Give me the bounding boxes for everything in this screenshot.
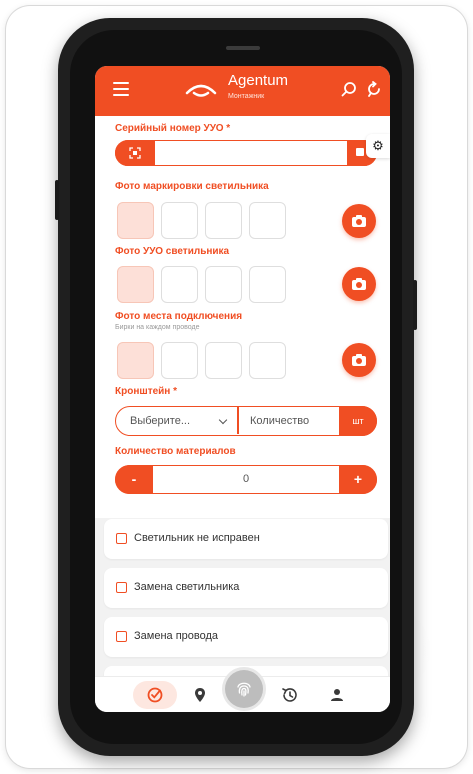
materials-stepper: - 0 + — [115, 465, 377, 494]
marking-photo-row — [117, 202, 297, 242]
photo-slot[interactable] — [117, 202, 154, 239]
photo-slot[interactable] — [161, 202, 198, 239]
photo-slot[interactable] — [117, 342, 154, 379]
checkbox[interactable] — [116, 582, 127, 593]
photo-slot[interactable] — [205, 342, 242, 379]
connection-camera-button[interactable] — [342, 343, 376, 377]
increment-button[interactable]: + — [339, 465, 377, 494]
bracket-quantity-input[interactable]: Количество — [250, 415, 309, 427]
refresh-icon[interactable] — [366, 81, 382, 97]
checkbox[interactable] — [116, 533, 127, 544]
stop-icon — [356, 148, 364, 156]
camera-icon — [352, 354, 366, 366]
qr-scan-icon — [129, 147, 141, 159]
bracket-label: Кронштейн * — [115, 386, 178, 397]
app-bar: Agentum Монтажник — [95, 66, 390, 116]
photo-slot[interactable] — [161, 342, 198, 379]
photo-slot[interactable] — [205, 202, 242, 239]
search-icon[interactable] — [341, 81, 357, 97]
marking-photo-label: Фото маркировки светильника — [115, 181, 269, 192]
location-pin-icon[interactable] — [190, 685, 210, 705]
marking-camera-button[interactable] — [342, 204, 376, 238]
bracket-select[interactable]: Выберите... — [130, 415, 190, 427]
photo-slot[interactable] — [249, 202, 286, 239]
earpiece-speaker — [226, 46, 260, 50]
photo-slot[interactable] — [249, 342, 286, 379]
chevron-down-icon[interactable] — [218, 415, 228, 425]
hamburger-icon[interactable] — [113, 82, 129, 96]
uuo-photo-row — [117, 266, 297, 306]
camera-icon — [352, 278, 366, 290]
checkbox-label: Светильник не исправен — [134, 532, 260, 544]
photo-slot[interactable] — [205, 266, 242, 303]
connection-photo-hint: Бирки на каждом проводе — [115, 324, 200, 331]
photo-slot[interactable] — [161, 266, 198, 303]
photo-slot[interactable] — [249, 266, 286, 303]
serial-number-label: Серийный номер УУО * — [115, 123, 231, 134]
app-subtitle: Монтажник — [228, 93, 265, 100]
phone-side-button-left — [55, 180, 59, 220]
connection-photo-row — [117, 342, 297, 382]
uuo-photo-label: Фото УУО светильника — [115, 246, 230, 257]
bracket-unit-label: шт — [339, 406, 377, 436]
phone-side-button-right — [413, 280, 417, 330]
checkbox[interactable] — [116, 631, 127, 642]
fingerprint-button[interactable] — [225, 670, 263, 708]
checkbox-label: Замена светильника — [134, 581, 240, 593]
app-screen: Agentum Монтажник Серийный номер УУО * ⚙… — [95, 66, 390, 712]
checkbox-item[interactable]: Замена провода — [104, 617, 388, 657]
photo-slot[interactable] — [117, 266, 154, 303]
bracket-field-group: Выберите... Количество шт — [115, 406, 377, 436]
agentum-logo-icon — [185, 84, 217, 97]
fingerprint-icon — [237, 682, 251, 697]
check-circle-icon[interactable] — [145, 685, 165, 705]
checkbox-item[interactable]: Замена светильника — [104, 568, 388, 608]
bracket-divider — [237, 407, 239, 434]
gear-icon[interactable]: ⚙ — [366, 134, 390, 158]
uuo-camera-button[interactable] — [342, 267, 376, 301]
history-icon[interactable] — [280, 685, 300, 705]
app-title: Agentum — [228, 72, 289, 89]
checkbox-item[interactable]: Светильник не исправен — [104, 519, 388, 559]
user-icon[interactable] — [327, 685, 347, 705]
connection-photo-label: Фото места подключения — [115, 311, 243, 322]
camera-icon — [352, 215, 366, 227]
checkbox-label: Замена провода — [134, 630, 219, 642]
materials-label: Количество материалов — [115, 446, 236, 457]
qr-scan-button[interactable] — [115, 140, 155, 166]
serial-number-field[interactable] — [115, 140, 377, 166]
materials-quantity-value[interactable]: 0 — [116, 473, 376, 485]
